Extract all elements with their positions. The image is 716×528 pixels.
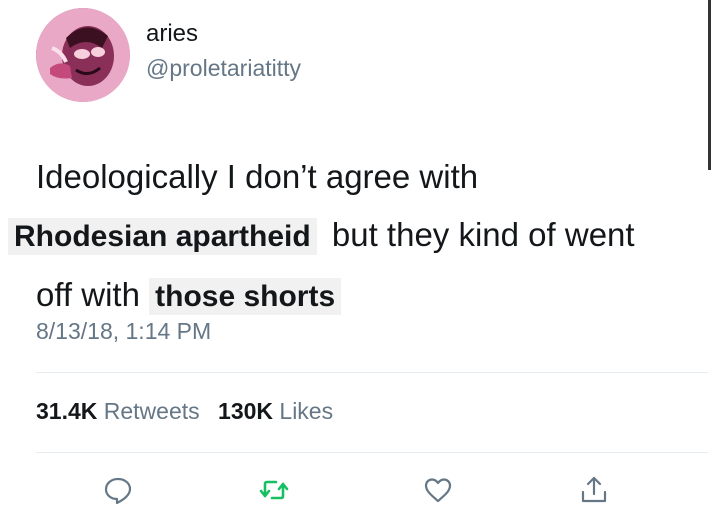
- tweet-line-2-rest: but they kind of went: [331, 216, 635, 253]
- retweets-count: 31.4K: [36, 398, 98, 424]
- likes-count: 130K: [218, 398, 274, 424]
- heart-icon: [424, 478, 452, 503]
- share-icon: [581, 476, 607, 503]
- tweet-line-3-start: off with: [36, 276, 140, 313]
- retweets-label: Retweets: [103, 398, 200, 424]
- share-button[interactable]: [574, 470, 614, 510]
- divider: [36, 372, 708, 373]
- highlight-rhodesian: Rhodesian apartheid: [8, 218, 317, 255]
- likes-label: Likes: [279, 398, 334, 424]
- tweet-line-1: Ideologically I don’t agree with: [36, 158, 479, 195]
- engagement-stats: 31.4K Retweets 130K Likes: [36, 398, 345, 425]
- retweet-icon: [259, 480, 289, 500]
- tweet-line-2: Rhodesian apartheid but they kind of wen…: [8, 206, 696, 266]
- tweet-timestamp[interactable]: 8/13/18, 1:14 PM: [36, 318, 211, 345]
- tweet-line-3: off with those shorts: [36, 266, 696, 326]
- likes-stat[interactable]: 130K Likes: [218, 398, 333, 424]
- divider: [36, 452, 708, 453]
- avatar[interactable]: [36, 8, 130, 102]
- tweet-text: Ideologically I don’t agree with Rhodesi…: [8, 148, 696, 326]
- edge-divider: [708, 0, 711, 170]
- like-button[interactable]: [418, 470, 458, 510]
- highlight-shorts: those shorts: [149, 278, 342, 315]
- tweet-card: aries @proletariatitty Ideologically I d…: [0, 0, 716, 528]
- reply-button[interactable]: [98, 470, 138, 510]
- user-handle[interactable]: @proletariatitty: [146, 55, 301, 82]
- avatar-illustration: [36, 8, 130, 102]
- reply-icon: [104, 477, 132, 505]
- display-name[interactable]: aries: [146, 20, 198, 48]
- retweets-stat[interactable]: 31.4K Retweets: [36, 398, 200, 424]
- retweet-button[interactable]: [254, 470, 294, 510]
